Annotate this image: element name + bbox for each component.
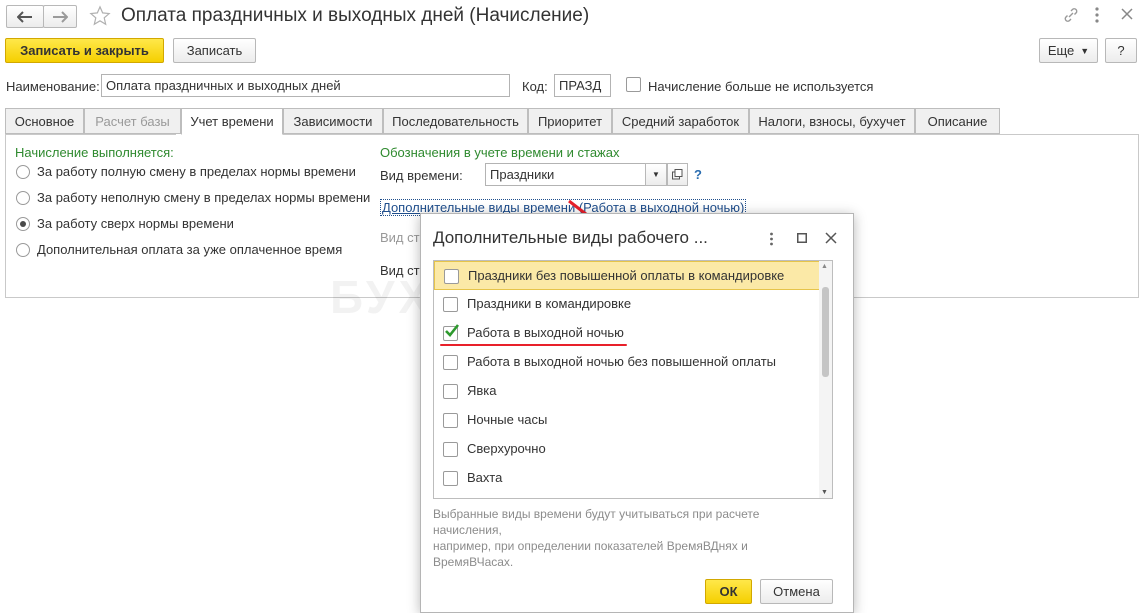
more-button[interactable]: Еще ▼	[1039, 38, 1098, 63]
help-button[interactable]: ?	[1105, 38, 1137, 63]
code-input[interactable]: ПРАЗД	[554, 74, 611, 97]
scroll-down-icon[interactable]: ▼	[821, 489, 828, 496]
tab-priority[interactable]: Приоритет	[528, 108, 612, 134]
radio-full-shift[interactable]	[16, 165, 30, 179]
tab-taxes[interactable]: Налоги, взносы, бухучет	[749, 108, 915, 134]
item-label: Праздники в командировке	[467, 296, 632, 311]
radio-full-shift-label: За работу полную смену в пределах нормы …	[37, 164, 356, 179]
name-input[interactable]: Оплата праздничных и выходных дней	[101, 74, 510, 97]
item-checkbox[interactable]	[443, 384, 458, 399]
time-types-list[interactable]: Праздники без повышенной оплаты в команд…	[433, 260, 833, 499]
dialog-hint-line1: Выбранные виды времени будут учитываться…	[433, 507, 760, 521]
left-section-heading: Начисление выполняется:	[15, 145, 174, 160]
link-icon[interactable]	[1063, 7, 1079, 23]
radio-overtime[interactable]	[16, 217, 30, 231]
additional-time-types-dialog: Дополнительные виды рабочего ... Праздни…	[420, 213, 854, 613]
time-type-label: Вид времени:	[380, 168, 463, 183]
more-vertical-icon[interactable]	[1094, 6, 1100, 24]
radio-overtime-label: За работу сверх нормы времени	[37, 216, 234, 231]
item-label: Сверхурочно	[467, 441, 546, 456]
item-checkbox[interactable]	[443, 355, 458, 370]
tab-base-calc[interactable]: Расчет базы	[84, 108, 181, 134]
list-item[interactable]: Явка	[434, 377, 820, 406]
item-label: Работа в выходной ночью	[467, 325, 624, 340]
open-icon[interactable]	[667, 163, 688, 186]
list-item[interactable]: Работа в выходной ночью без повышенной о…	[434, 348, 820, 377]
item-label: Явка	[467, 383, 497, 398]
code-label: Код:	[522, 79, 548, 94]
chevron-down-icon: ▼	[1080, 45, 1090, 56]
dialog-hint-line4: ВремяВЧасах.	[433, 555, 514, 569]
item-checkbox[interactable]	[443, 471, 458, 486]
more-button-label: Еще	[1047, 43, 1075, 58]
save-button[interactable]: Записать	[173, 38, 256, 63]
time-type-select[interactable]: Праздники	[485, 163, 667, 186]
tab-dependencies[interactable]: Зависимости	[283, 108, 383, 134]
item-checkbox[interactable]	[444, 269, 459, 284]
dialog-hint-line2: начисления,	[433, 523, 502, 537]
forward-button[interactable]	[43, 5, 77, 28]
dialog-hint-line3: например, при определении показателей Вр…	[433, 539, 748, 553]
hidden-label-2: Вид ст	[380, 263, 420, 278]
back-button[interactable]	[6, 5, 44, 28]
tab-average-earnings[interactable]: Средний заработок	[612, 108, 749, 134]
dialog-more-icon[interactable]	[769, 232, 774, 246]
item-label: Работа в выходной ночью без повышенной о…	[467, 354, 777, 369]
time-type-help[interactable]: ?	[694, 167, 702, 182]
panel-right-border	[1138, 134, 1139, 297]
item-checkbox[interactable]	[443, 413, 458, 428]
list-item[interactable]: Праздники без повышенной оплаты в команд…	[434, 261, 820, 290]
annotation-underline	[440, 344, 627, 346]
radio-additional-pay[interactable]	[16, 243, 30, 257]
star-icon[interactable]	[89, 5, 111, 27]
item-label: Ночные часы	[467, 412, 548, 427]
list-item[interactable]: Вахта	[434, 464, 820, 493]
item-checkbox-checked[interactable]	[443, 324, 460, 341]
tab-description[interactable]: Описание	[915, 108, 1000, 134]
ok-button[interactable]: ОК	[705, 579, 752, 604]
radio-partial-shift[interactable]	[16, 191, 30, 205]
list-scrollbar[interactable]: ▲ ▼	[819, 261, 832, 498]
list-item[interactable]: Работа в выходной ночью	[434, 319, 820, 348]
arrow-right-icon	[53, 10, 68, 23]
page-title: Оплата праздничных и выходных дней (Начи…	[121, 5, 590, 26]
unused-checkbox[interactable]	[626, 77, 641, 92]
list-item[interactable]: Ночные часы	[434, 406, 820, 435]
item-checkbox[interactable]	[443, 297, 458, 312]
name-label: Наименование:	[6, 79, 100, 94]
right-section-heading: Обозначения в учете времени и стажах	[380, 145, 620, 160]
cancel-button[interactable]: Отмена	[760, 579, 833, 604]
panel-left-border	[5, 134, 6, 297]
item-label: Праздники без повышенной оплаты в команд…	[468, 268, 785, 283]
tab-sequence[interactable]: Последовательность	[383, 108, 528, 134]
arrow-left-icon	[17, 10, 32, 23]
radio-partial-shift-label: За работу неполную смену в пределах норм…	[37, 190, 371, 205]
tab-main[interactable]: Основное	[5, 108, 84, 134]
scroll-up-icon[interactable]: ▲	[821, 263, 828, 270]
save-and-close-button[interactable]: Записать и закрыть	[5, 38, 164, 63]
list-item[interactable]: Сверхурочно	[434, 435, 820, 464]
unused-label: Начисление больше не используется	[648, 79, 874, 94]
item-checkbox[interactable]	[443, 442, 458, 457]
scroll-thumb[interactable]	[822, 287, 829, 377]
tab-time-accounting[interactable]: Учет времени	[181, 108, 283, 135]
dialog-close-icon[interactable]	[825, 232, 837, 244]
checkmark-icon	[445, 324, 460, 337]
item-label: Вахта	[467, 470, 503, 485]
list-item[interactable]: Праздники в командировке	[434, 290, 820, 319]
time-type-dropdown-button[interactable]: ▼	[645, 163, 667, 186]
panel-top-border	[5, 134, 176, 135]
panel-top-border-right	[283, 134, 1138, 135]
hidden-label-1: Вид ст	[380, 230, 420, 245]
dialog-title: Дополнительные виды рабочего ...	[433, 228, 708, 247]
radio-additional-pay-label: Дополнительная оплата за уже оплаченное …	[37, 242, 343, 257]
maximize-icon[interactable]	[797, 233, 807, 243]
close-icon[interactable]	[1121, 8, 1133, 20]
